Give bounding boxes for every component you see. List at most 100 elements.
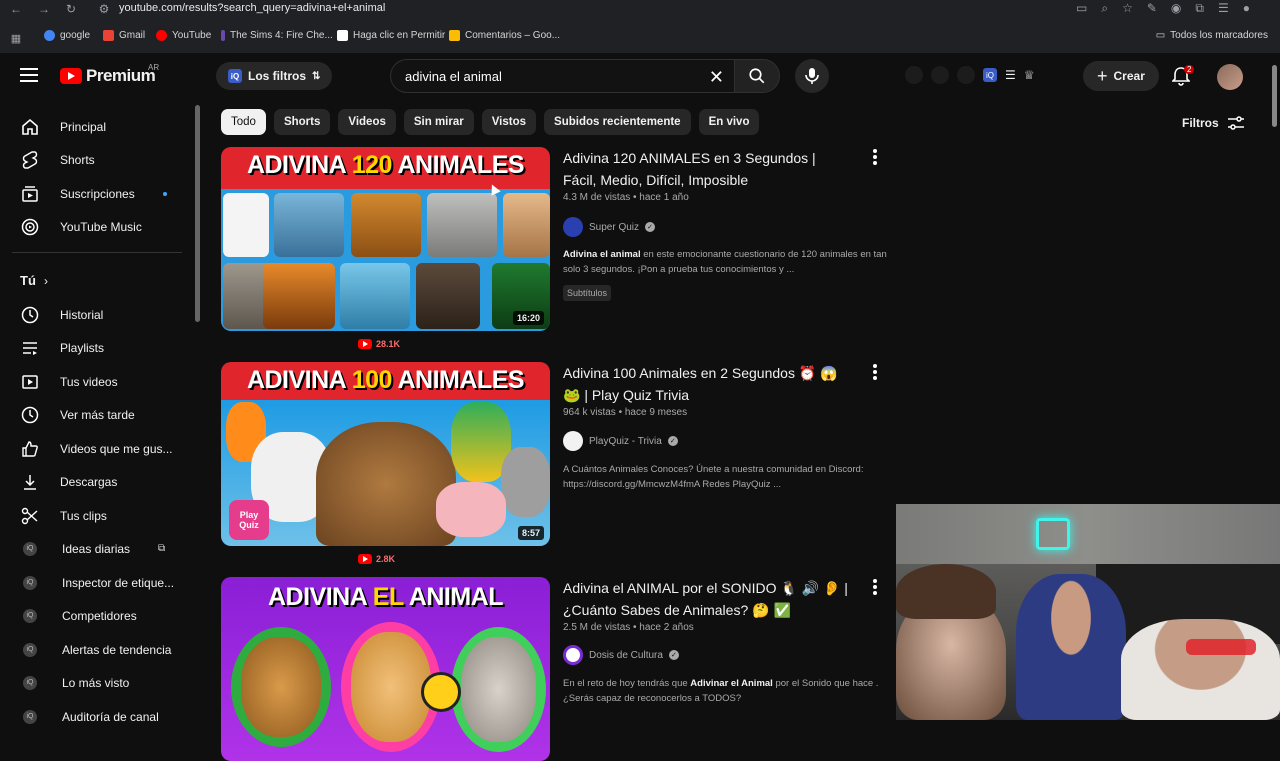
- sidebar-item-suscripciones[interactable]: Suscripciones: [0, 177, 190, 210]
- view-count-badge: 2.8K: [358, 554, 395, 564]
- more-options-icon[interactable]: [873, 579, 877, 597]
- youtube-mini-icon: [358, 554, 372, 564]
- zoom-icon[interactable]: ⌕: [1101, 1, 1108, 16]
- vidiq-icon[interactable]: iQ: [983, 68, 997, 82]
- bookmark-permitir[interactable]: Haga clic en Permitir: [337, 30, 445, 41]
- sidebar-scrollbar[interactable]: [195, 105, 200, 322]
- chip-en-vivo[interactable]: En vivo: [698, 109, 760, 135]
- chip-videos[interactable]: Videos: [338, 109, 396, 135]
- sidebar-item-tus-clips[interactable]: Tus clips: [0, 499, 190, 532]
- ext-dot-3[interactable]: [957, 66, 975, 84]
- sidebar-item-liked-videos[interactable]: Videos que me gus...: [0, 432, 190, 465]
- video-result[interactable]: ADIVINA 100 ANIMALES Play Quiz 8:57 2.8K…: [221, 362, 891, 572]
- sidebar-item-youtube-music[interactable]: YouTube Music: [0, 210, 190, 243]
- address-bar[interactable]: youtube.com/results?search_query=adivina…: [119, 2, 385, 14]
- award-icon[interactable]: ♕: [1024, 68, 1035, 82]
- sidebar-item-ver-mas-tarde[interactable]: Ver más tarde: [0, 398, 190, 431]
- chip-sin-mirar[interactable]: Sin mirar: [403, 109, 474, 135]
- video-title[interactable]: Adivina 120 ANIMALES en 3 Segundos | Fác…: [563, 147, 853, 191]
- search-input[interactable]: adivina el animal ✕: [390, 59, 734, 93]
- red-glasses: [1186, 639, 1256, 655]
- reload-icon[interactable]: ↻: [63, 1, 79, 17]
- list-icon[interactable]: ☰: [1005, 68, 1016, 82]
- speaker-icon: [421, 672, 461, 712]
- sidebar: Principal Shorts Suscripciones YouTube M…: [0, 107, 200, 724]
- sidebar-item-auditoria[interactable]: iQ Auditoría de canal: [0, 700, 190, 733]
- sidebar-item-principal[interactable]: Principal: [0, 110, 190, 143]
- video-result[interactable]: ADIVINA 120 ANIMALES 16:20 28.1K Adivina…: [221, 147, 891, 357]
- your-videos-icon: [20, 372, 40, 392]
- youtube-premium-logo[interactable]: Premium: [60, 66, 156, 86]
- filter-sliders-icon: ⇅: [312, 70, 321, 82]
- search-button[interactable]: [734, 59, 780, 93]
- sidebar-item-descargas[interactable]: Descargas: [0, 465, 190, 498]
- video-thumbnail[interactable]: ADIVINA EL ANIMAL: [221, 577, 550, 761]
- notification-count: 2: [1184, 65, 1195, 74]
- chip-shorts[interactable]: Shorts: [273, 109, 331, 135]
- sidebar-item-historial[interactable]: Historial: [0, 298, 190, 331]
- sidebar-item-ideas-diarias[interactable]: iQ Ideas diarias ⧉: [0, 532, 190, 565]
- bookmark-youtube[interactable]: YouTube: [156, 30, 211, 41]
- channel-link[interactable]: PlayQuiz - Trivia ✓: [563, 431, 678, 451]
- chip-todo[interactable]: Todo: [221, 109, 266, 135]
- external-link-icon: ⧉: [158, 543, 166, 554]
- account-avatar[interactable]: [1217, 64, 1243, 90]
- cast-icon[interactable]: ▭: [1076, 1, 1087, 16]
- drive-icon: [449, 30, 460, 41]
- sidebar-item-tus-videos[interactable]: Tus videos: [0, 365, 190, 398]
- filter-sliders-icon: [1227, 116, 1244, 130]
- site-info-icon[interactable]: ⚙: [96, 1, 112, 17]
- more-options-icon[interactable]: [873, 149, 877, 167]
- sidebar-item-playlists[interactable]: Playlists: [0, 331, 190, 364]
- microphone-icon: [805, 68, 819, 84]
- voice-search-button[interactable]: [795, 59, 829, 93]
- thumbnail-title-text: ADIVINA 100 ANIMALES: [246, 366, 525, 394]
- video-title[interactable]: Adivina el ANIMAL por el SONIDO 🐧 🔊 👂 | …: [563, 577, 853, 621]
- sidebar-item-alertas[interactable]: iQ Alertas de tendencia: [0, 633, 190, 666]
- sidebar-item-competidores[interactable]: iQ Competidores: [0, 599, 190, 632]
- create-button[interactable]: + Crear: [1083, 61, 1159, 91]
- sidebar-divider: [12, 252, 182, 253]
- video-thumbnail[interactable]: ADIVINA 100 ANIMALES Play Quiz 8:57: [221, 362, 550, 546]
- ext-dot-1[interactable]: [905, 66, 923, 84]
- all-bookmarks[interactable]: ▭ Todos los marcadores: [1156, 30, 1268, 41]
- bookmark-sims[interactable]: The Sims 4: Fire Che...: [221, 30, 333, 41]
- sidebar-item-shorts[interactable]: Shorts: [0, 143, 190, 176]
- sidebar-item-lo-mas-visto[interactable]: iQ Lo más visto: [0, 666, 190, 699]
- chip-vistos[interactable]: Vistos: [481, 109, 537, 135]
- video-title[interactable]: Adivina 100 Animales en 2 Segundos ⏰ 😱 🐸…: [563, 362, 853, 406]
- ext-dot-2[interactable]: [931, 66, 949, 84]
- back-icon[interactable]: ←: [8, 1, 24, 17]
- profile-icon[interactable]: ●: [1243, 1, 1250, 16]
- clear-search-icon[interactable]: ✕: [709, 67, 724, 88]
- filters-button[interactable]: Filtros: [1182, 116, 1245, 130]
- bookmark-star-icon[interactable]: ☆: [1122, 1, 1133, 16]
- extension-icon[interactable]: ◉: [1171, 1, 1181, 16]
- los-filtros-button[interactable]: iQ Los filtros ⇅: [216, 62, 333, 90]
- menu-icon[interactable]: ☰: [1218, 1, 1229, 16]
- channel-avatar: [563, 431, 583, 451]
- more-options-icon[interactable]: [873, 364, 877, 382]
- video-result[interactable]: ADIVINA EL ANIMAL Adivina el ANIMAL por …: [221, 577, 891, 761]
- youtube-logo-icon: [60, 68, 82, 84]
- bookmark-comentarios[interactable]: Comentarios – Goo...: [449, 30, 560, 41]
- rabbit-image: [503, 193, 550, 257]
- bookmark-google[interactable]: google: [44, 30, 90, 41]
- pen-icon[interactable]: ✎: [1147, 1, 1157, 16]
- page-scrollbar[interactable]: [1272, 65, 1277, 127]
- chip-subidos-recientemente[interactable]: Subidos recientemente: [544, 109, 691, 135]
- extension-toolbar: iQ ☰ ♕: [905, 66, 1035, 84]
- bookmark-gmail[interactable]: Gmail: [103, 30, 145, 41]
- sidebar-item-inspector[interactable]: iQ Inspector de etique...: [0, 566, 190, 599]
- apps-icon[interactable]: ▦: [8, 30, 24, 46]
- puzzle-icon[interactable]: ⧉: [1195, 1, 1204, 16]
- channel-link[interactable]: Super Quiz ✓: [563, 217, 656, 237]
- forward-icon[interactable]: →: [36, 1, 52, 17]
- sidebar-you-heading[interactable]: Tú ›: [0, 264, 190, 297]
- channel-link[interactable]: Dosis de Cultura ✓: [563, 645, 679, 665]
- search-icon: [749, 68, 765, 84]
- pig-image: [436, 482, 506, 537]
- hamburger-menu-icon[interactable]: [20, 68, 38, 82]
- new-content-dot: [163, 191, 167, 196]
- video-thumbnail[interactable]: ADIVINA 120 ANIMALES 16:20: [221, 147, 550, 331]
